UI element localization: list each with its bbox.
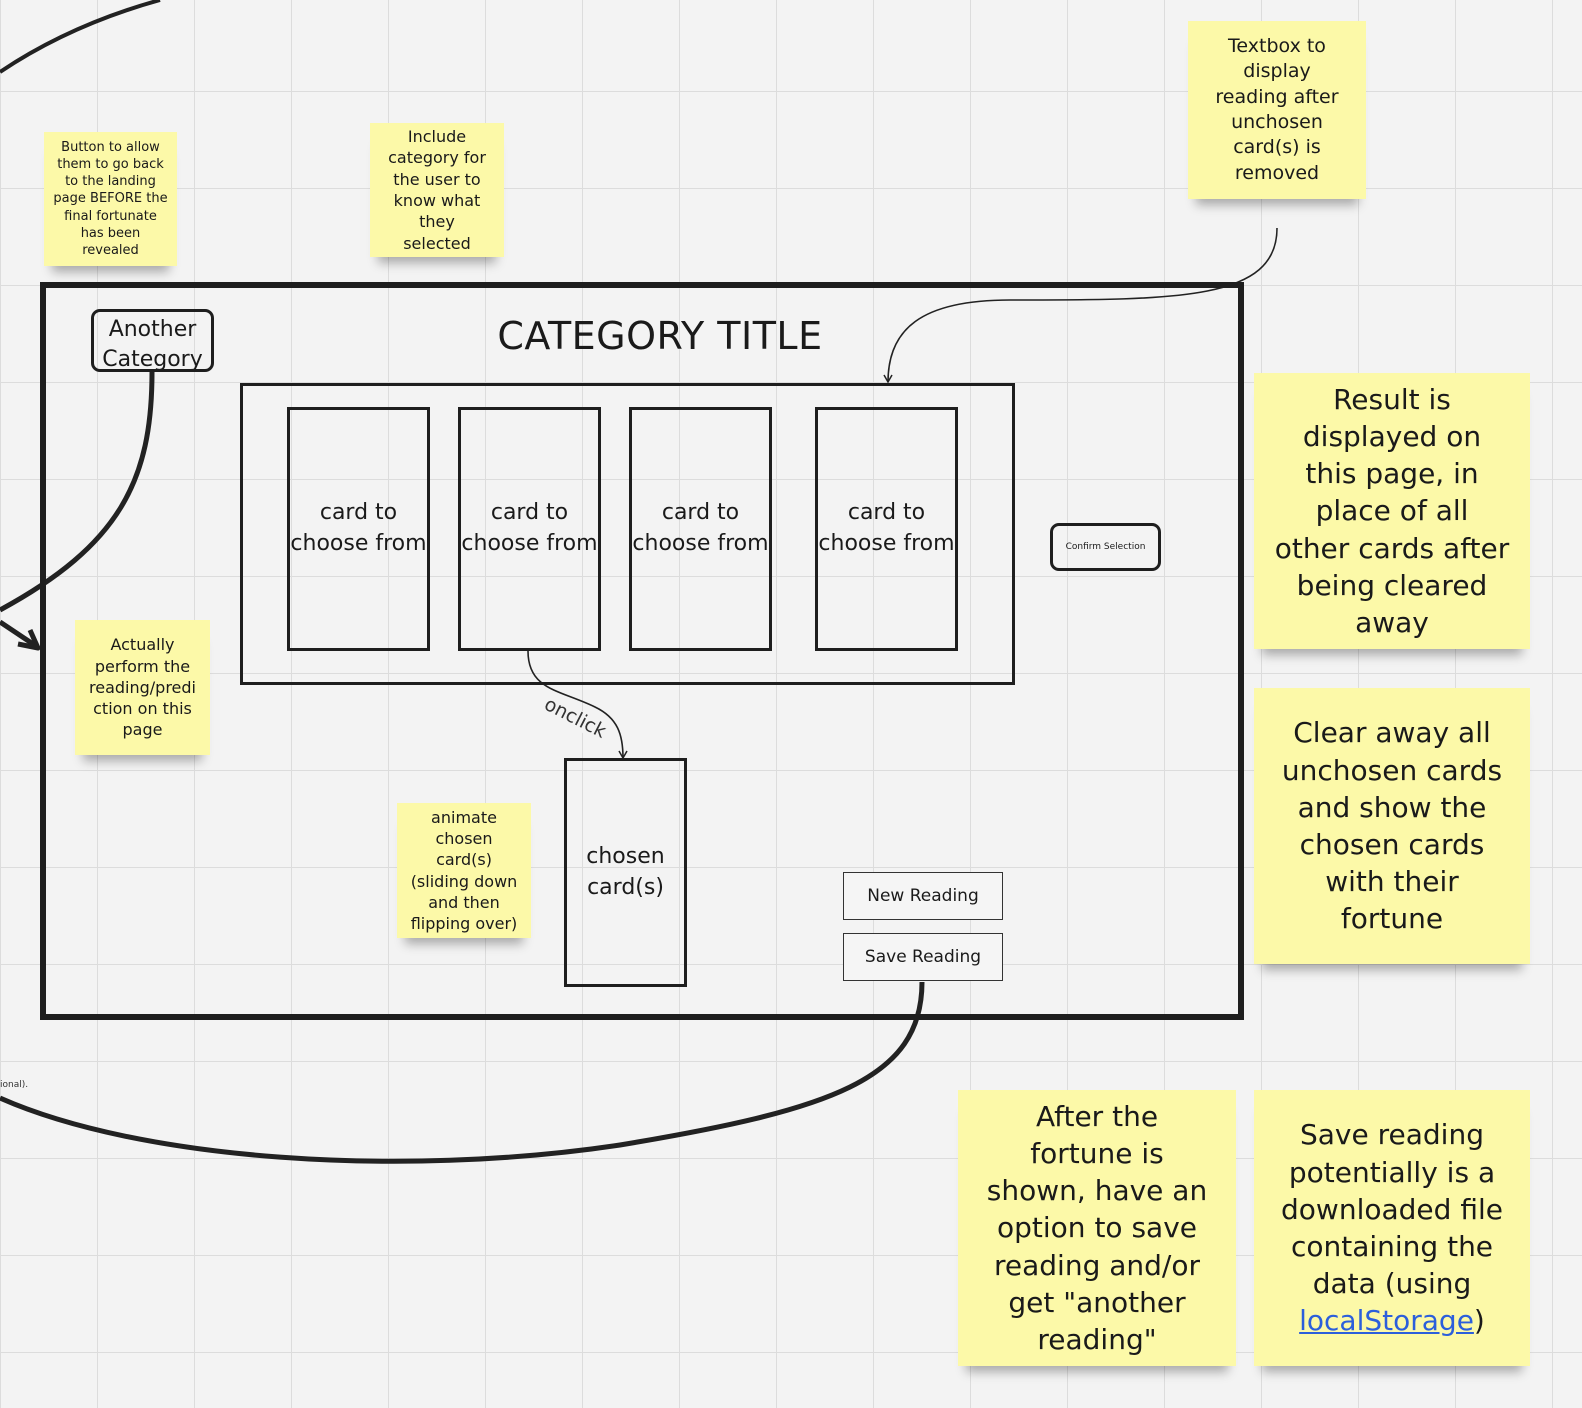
save-reading-button[interactable]: Save Reading [843, 933, 1003, 981]
choice-card-label: card to choose from [461, 500, 598, 556]
confirm-selection-button[interactable]: Confirm Selection [1050, 523, 1161, 571]
note-animate: animate chosen card(s) (sliding down and… [397, 803, 531, 938]
incoming-arrow-line [0, 619, 38, 649]
choice-card-label: card to choose from [290, 500, 427, 556]
note-perform-reading: Actually perform the reading/prediction … [75, 620, 210, 755]
note-result-displayed: Result is displayed on this page, in pla… [1254, 373, 1530, 649]
incoming-arrow-head [17, 628, 41, 651]
top-left-curve [0, 0, 161, 74]
another-category-button[interactable]: Another Category [91, 309, 214, 372]
category-title: CATEGORY TITLE [497, 314, 823, 358]
note-back-button: Button to allow them to go back to the l… [44, 132, 177, 266]
new-reading-button[interactable]: New Reading [843, 872, 1003, 920]
chosen-card: chosen card(s) [564, 758, 687, 987]
localstorage-link[interactable]: localStorage [1299, 1304, 1474, 1337]
choice-card-3[interactable]: card to choose from [629, 407, 772, 651]
note-clear-away: Clear away all unchosen cards and show t… [1254, 688, 1530, 964]
note-include-category: Include category for the user to know wh… [370, 123, 504, 257]
clipped-left-text: ional). [0, 1080, 29, 1090]
choice-card-label: card to choose from [632, 500, 769, 556]
choice-card-4[interactable]: card to choose from [815, 407, 958, 651]
chosen-card-label: chosen card(s) [586, 843, 665, 900]
choice-card-1[interactable]: card to choose from [287, 407, 430, 651]
note-save-reading: Save reading potentially is a downloaded… [1254, 1090, 1530, 1366]
choice-card-2[interactable]: card to choose from [458, 407, 601, 651]
choice-card-label: card to choose from [818, 500, 955, 556]
note-after-fortune: After the fortune is shown, have an opti… [958, 1090, 1236, 1366]
note-textbox: Textbox to display reading after unchose… [1188, 21, 1366, 199]
